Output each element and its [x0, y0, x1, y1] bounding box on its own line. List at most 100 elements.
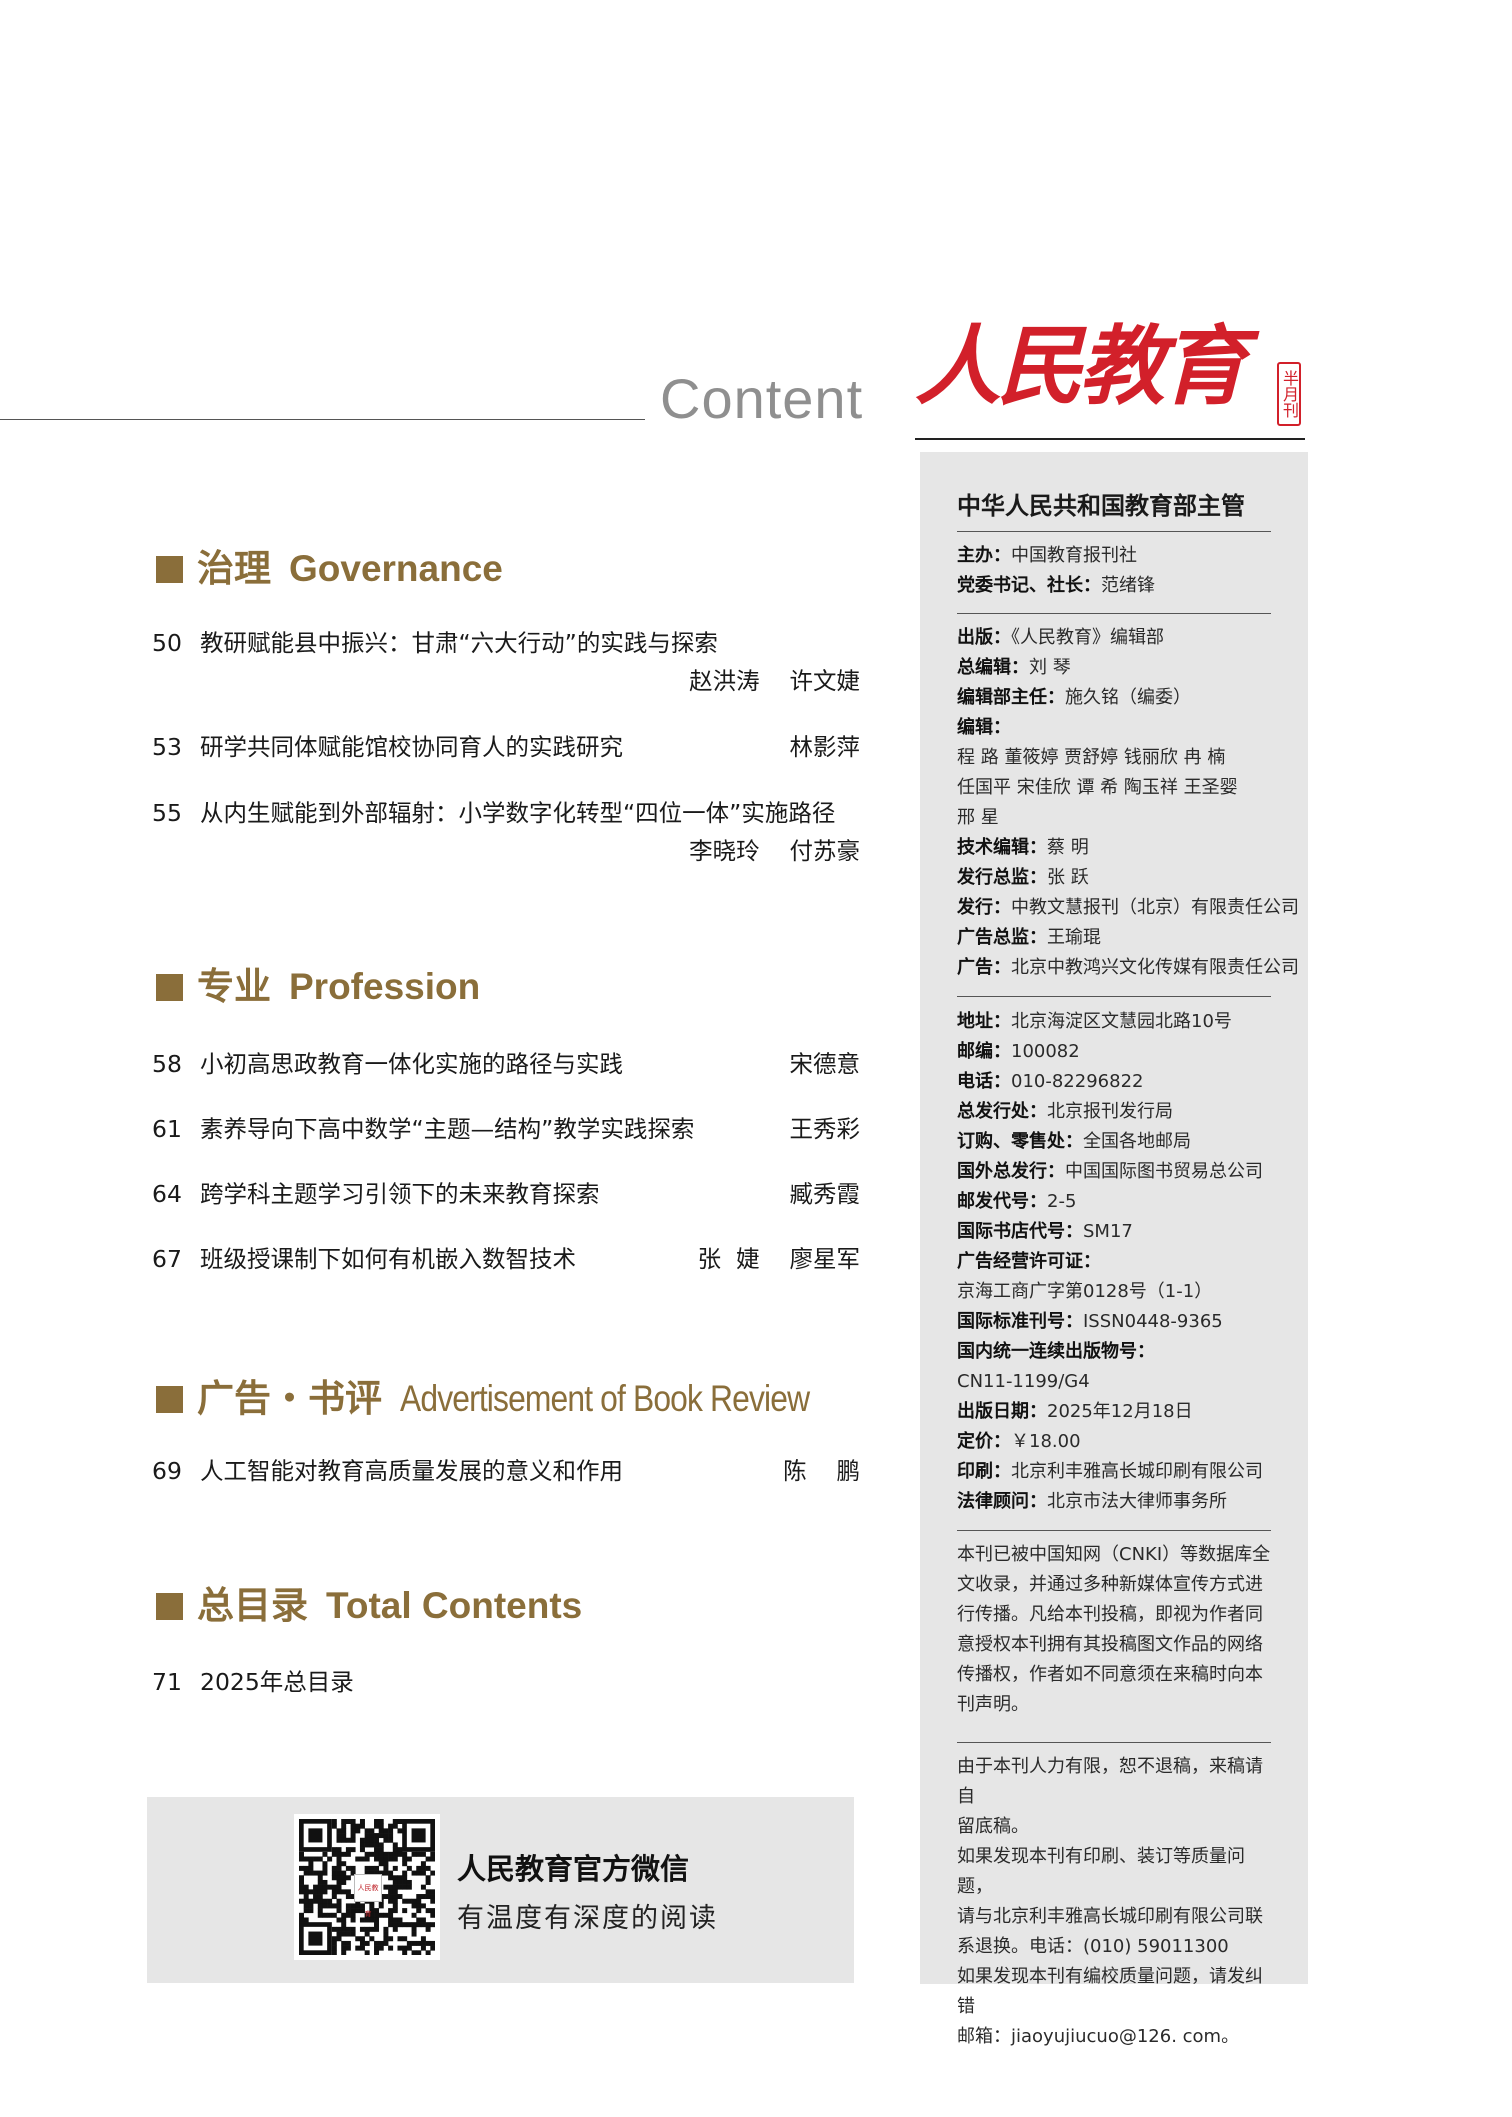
section-heading-advertisement: 广告・书评 Advertisement of Book Review — [156, 1368, 876, 1422]
submission-notice: 由于本刊人力有限，恕不退稿，来稿请自 留底稿。 如果发现本刊有印刷、装订等质量问题，… — [957, 1756, 1263, 2047]
info-line: 国际书店代号：SM17 — [957, 1221, 1133, 1242]
toc-item[interactable]: 61 素养导向下高中数学“主题—结构”教学实践探索 王秀彩 — [152, 1110, 860, 1144]
article-author: 王秀彩 — [789, 1115, 861, 1143]
section-heading-total-contents: 总目录 Total Contents — [156, 1575, 582, 1629]
info-line: 编辑： — [957, 717, 1011, 738]
info-line: 京海工商广字第0128号（1-1） — [957, 1281, 1213, 1302]
info-line: 发行总监：张 跃 — [957, 867, 1089, 888]
toc-item[interactable]: 64 跨学科主题学习引领下的未来教育探索 臧秀霞 — [152, 1175, 860, 1209]
info-line: 技术编辑：蔡 明 — [957, 837, 1089, 858]
info-line: 广告经营许可证： — [957, 1251, 1101, 1272]
divider — [957, 531, 1271, 532]
square-bullet-icon — [156, 1593, 183, 1620]
page-number: 67 — [152, 1245, 182, 1273]
section-title-en: Profession — [289, 966, 481, 1007]
article-author: 张 婕 廖星军 — [697, 1245, 860, 1273]
info-line: 广告总监：王瑜琨 — [957, 927, 1101, 948]
info-line: 国外总发行：中国国际图书贸易总公司 — [957, 1161, 1263, 1182]
section-title-en: Total Contents — [326, 1585, 583, 1626]
info-line: 编辑部主任：施久铭（编委） — [957, 687, 1191, 708]
page-number: 55 — [152, 799, 182, 827]
masthead-logo: 人民教育 半月刊 — [915, 318, 1305, 430]
article-author: 赵洪涛 许文婕 — [689, 667, 860, 695]
article-author: 陈 鹏 — [783, 1457, 860, 1485]
article-author: 林影萍 — [789, 733, 861, 761]
info-line: 程 路 董筱婷 贾舒婷 钱丽欣 冉 楠 — [957, 747, 1226, 768]
toc-item[interactable]: 55 从内生赋能到外部辐射：小学数字化转型“四位一体”实施路径 李晓玲 付苏豪 — [152, 794, 860, 865]
header-rule — [0, 419, 645, 420]
article-title: 跨学科主题学习引领下的未来教育探索 — [200, 1180, 600, 1208]
section-heading-governance: 治理 Governance — [156, 538, 503, 592]
article-title: 小初高思政教育一体化实施的路径与实践 — [200, 1050, 623, 1078]
info-line: 任国平 宋佳欣 谭 希 陶玉祥 王圣婴 — [957, 777, 1238, 798]
divider — [957, 1742, 1271, 1743]
qr-code-icon[interactable]: 人民教育 — [294, 1814, 440, 1960]
page-number: 69 — [152, 1457, 182, 1485]
copyright-notice: 本刊已被中国知网（CNKI）等数据库全 文收录，并通过多种新媒体宣传方式进 行传播。… — [957, 1544, 1271, 1715]
wechat-title: 人民教育官方微信 — [457, 1852, 690, 1886]
divider — [957, 613, 1271, 614]
masthead-title: 人民教育 — [915, 316, 1247, 417]
info-line: 总发行处：北京报刊发行局 — [957, 1101, 1173, 1122]
toc-item[interactable]: 58 小初高思政教育一体化实施的路径与实践 宋德意 — [152, 1045, 860, 1079]
info-line: 电话：010-82296822 — [957, 1071, 1144, 1092]
toc-item[interactable]: 69 人工智能对教育高质量发展的意义和作用 陈 鹏 — [152, 1452, 860, 1486]
square-bullet-icon — [156, 974, 183, 1001]
page-number: 50 — [152, 629, 182, 657]
square-bullet-icon — [156, 1386, 183, 1413]
section-title-en: Governance — [289, 548, 503, 589]
article-title: 研学共同体赋能馆校协同育人的实践研究 — [200, 733, 623, 761]
divider — [957, 1530, 1271, 1531]
page-number: 53 — [152, 733, 182, 761]
article-title: 从内生赋能到外部辐射：小学数字化转型“四位一体”实施路径 — [200, 799, 836, 827]
info-line: 国际标准刊号：ISSN0448-9365 — [957, 1311, 1223, 1332]
info-line: 邢 星 — [957, 807, 999, 828]
article-title: 2025年总目录 — [200, 1668, 354, 1696]
section-title-cn: 专业 — [197, 966, 271, 1007]
section-title-cn: 总目录 — [197, 1585, 308, 1626]
info-line: 邮发代号：2-5 — [957, 1191, 1077, 1212]
info-line: 国内统一连续出版物号： — [957, 1341, 1155, 1362]
info-line: 印刷：北京利丰雅高长城印刷有限公司 — [957, 1461, 1263, 1482]
info-line: 发行：中教文慧报刊（北京）有限责任公司 — [957, 897, 1299, 918]
page-number: 58 — [152, 1050, 182, 1078]
article-title: 教研赋能县中振兴：甘肃“六大行动”的实践与探索 — [200, 629, 718, 657]
square-bullet-icon — [156, 556, 183, 583]
masthead-info-panel: 中华人民共和国教育部主管 主办：中国教育报刊社 党委书记、社长：范绪锋 出版：《… — [920, 452, 1308, 2047]
article-title: 班级授课制下如何有机嵌入数智技术 — [200, 1245, 576, 1273]
info-line: 定价：￥18.00 — [957, 1431, 1081, 1452]
toc-item[interactable]: 67 班级授课制下如何有机嵌入数智技术 张 婕 廖星军 — [152, 1240, 860, 1274]
article-author: 宋德意 — [789, 1050, 861, 1078]
info-line: 出版：《人民教育》编辑部 — [957, 627, 1164, 648]
section-title-cn: 治理 — [197, 548, 271, 589]
page-number: 61 — [152, 1115, 182, 1143]
toc-item[interactable]: 50 教研赋能县中振兴：甘肃“六大行动”的实践与探索 赵洪涛 许文婕 — [152, 624, 860, 695]
qr-logo: 人民教育 — [354, 1874, 382, 1918]
info-line: 法律顾问：北京市法大律师事务所 — [957, 1491, 1227, 1512]
info-line: CN11-1199/G4 — [957, 1371, 1090, 1392]
masthead-underline — [915, 438, 1305, 440]
supervisor-line: 中华人民共和国教育部主管 — [957, 492, 1245, 520]
wechat-promo: 人民教育 人民教育官方微信 有温度有深度的阅读 — [147, 1797, 854, 1983]
page-number: 64 — [152, 1180, 182, 1208]
info-line: 订购、零售处：全国各地邮局 — [957, 1131, 1191, 1152]
info-line: 出版日期：2025年12月18日 — [957, 1401, 1193, 1422]
section-heading-profession: 专业 Profession — [156, 956, 480, 1010]
info-line: 总编辑：刘 琴 — [957, 657, 1071, 678]
info-line: 邮编：100082 — [957, 1041, 1080, 1062]
info-line: 地址：北京海淀区文慧园北路10号 — [957, 1011, 1232, 1032]
article-title: 素养导向下高中数学“主题—结构”教学实践探索 — [200, 1115, 695, 1143]
page-number: 71 — [152, 1668, 182, 1696]
masthead-seal: 半月刊 — [1277, 362, 1301, 426]
section-title-en: Advertisement of Book Review — [400, 1378, 810, 1419]
wechat-subtitle: 有温度有深度的阅读 — [457, 1903, 718, 1934]
article-author: 臧秀霞 — [789, 1180, 861, 1208]
toc-item[interactable]: 53 研学共同体赋能馆校协同育人的实践研究 林影萍 — [152, 728, 860, 762]
content-heading: Content — [660, 367, 864, 430]
info-line: 广告：北京中教鸿兴文化传媒有限责任公司 — [957, 957, 1299, 978]
toc-item[interactable]: 71 2025年总目录 — [152, 1663, 860, 1697]
section-title-cn: 广告・书评 — [197, 1378, 382, 1419]
info-line: 党委书记、社长：范绪锋 — [957, 575, 1155, 596]
divider — [957, 996, 1271, 997]
info-line: 主办：中国教育报刊社 — [957, 545, 1137, 566]
